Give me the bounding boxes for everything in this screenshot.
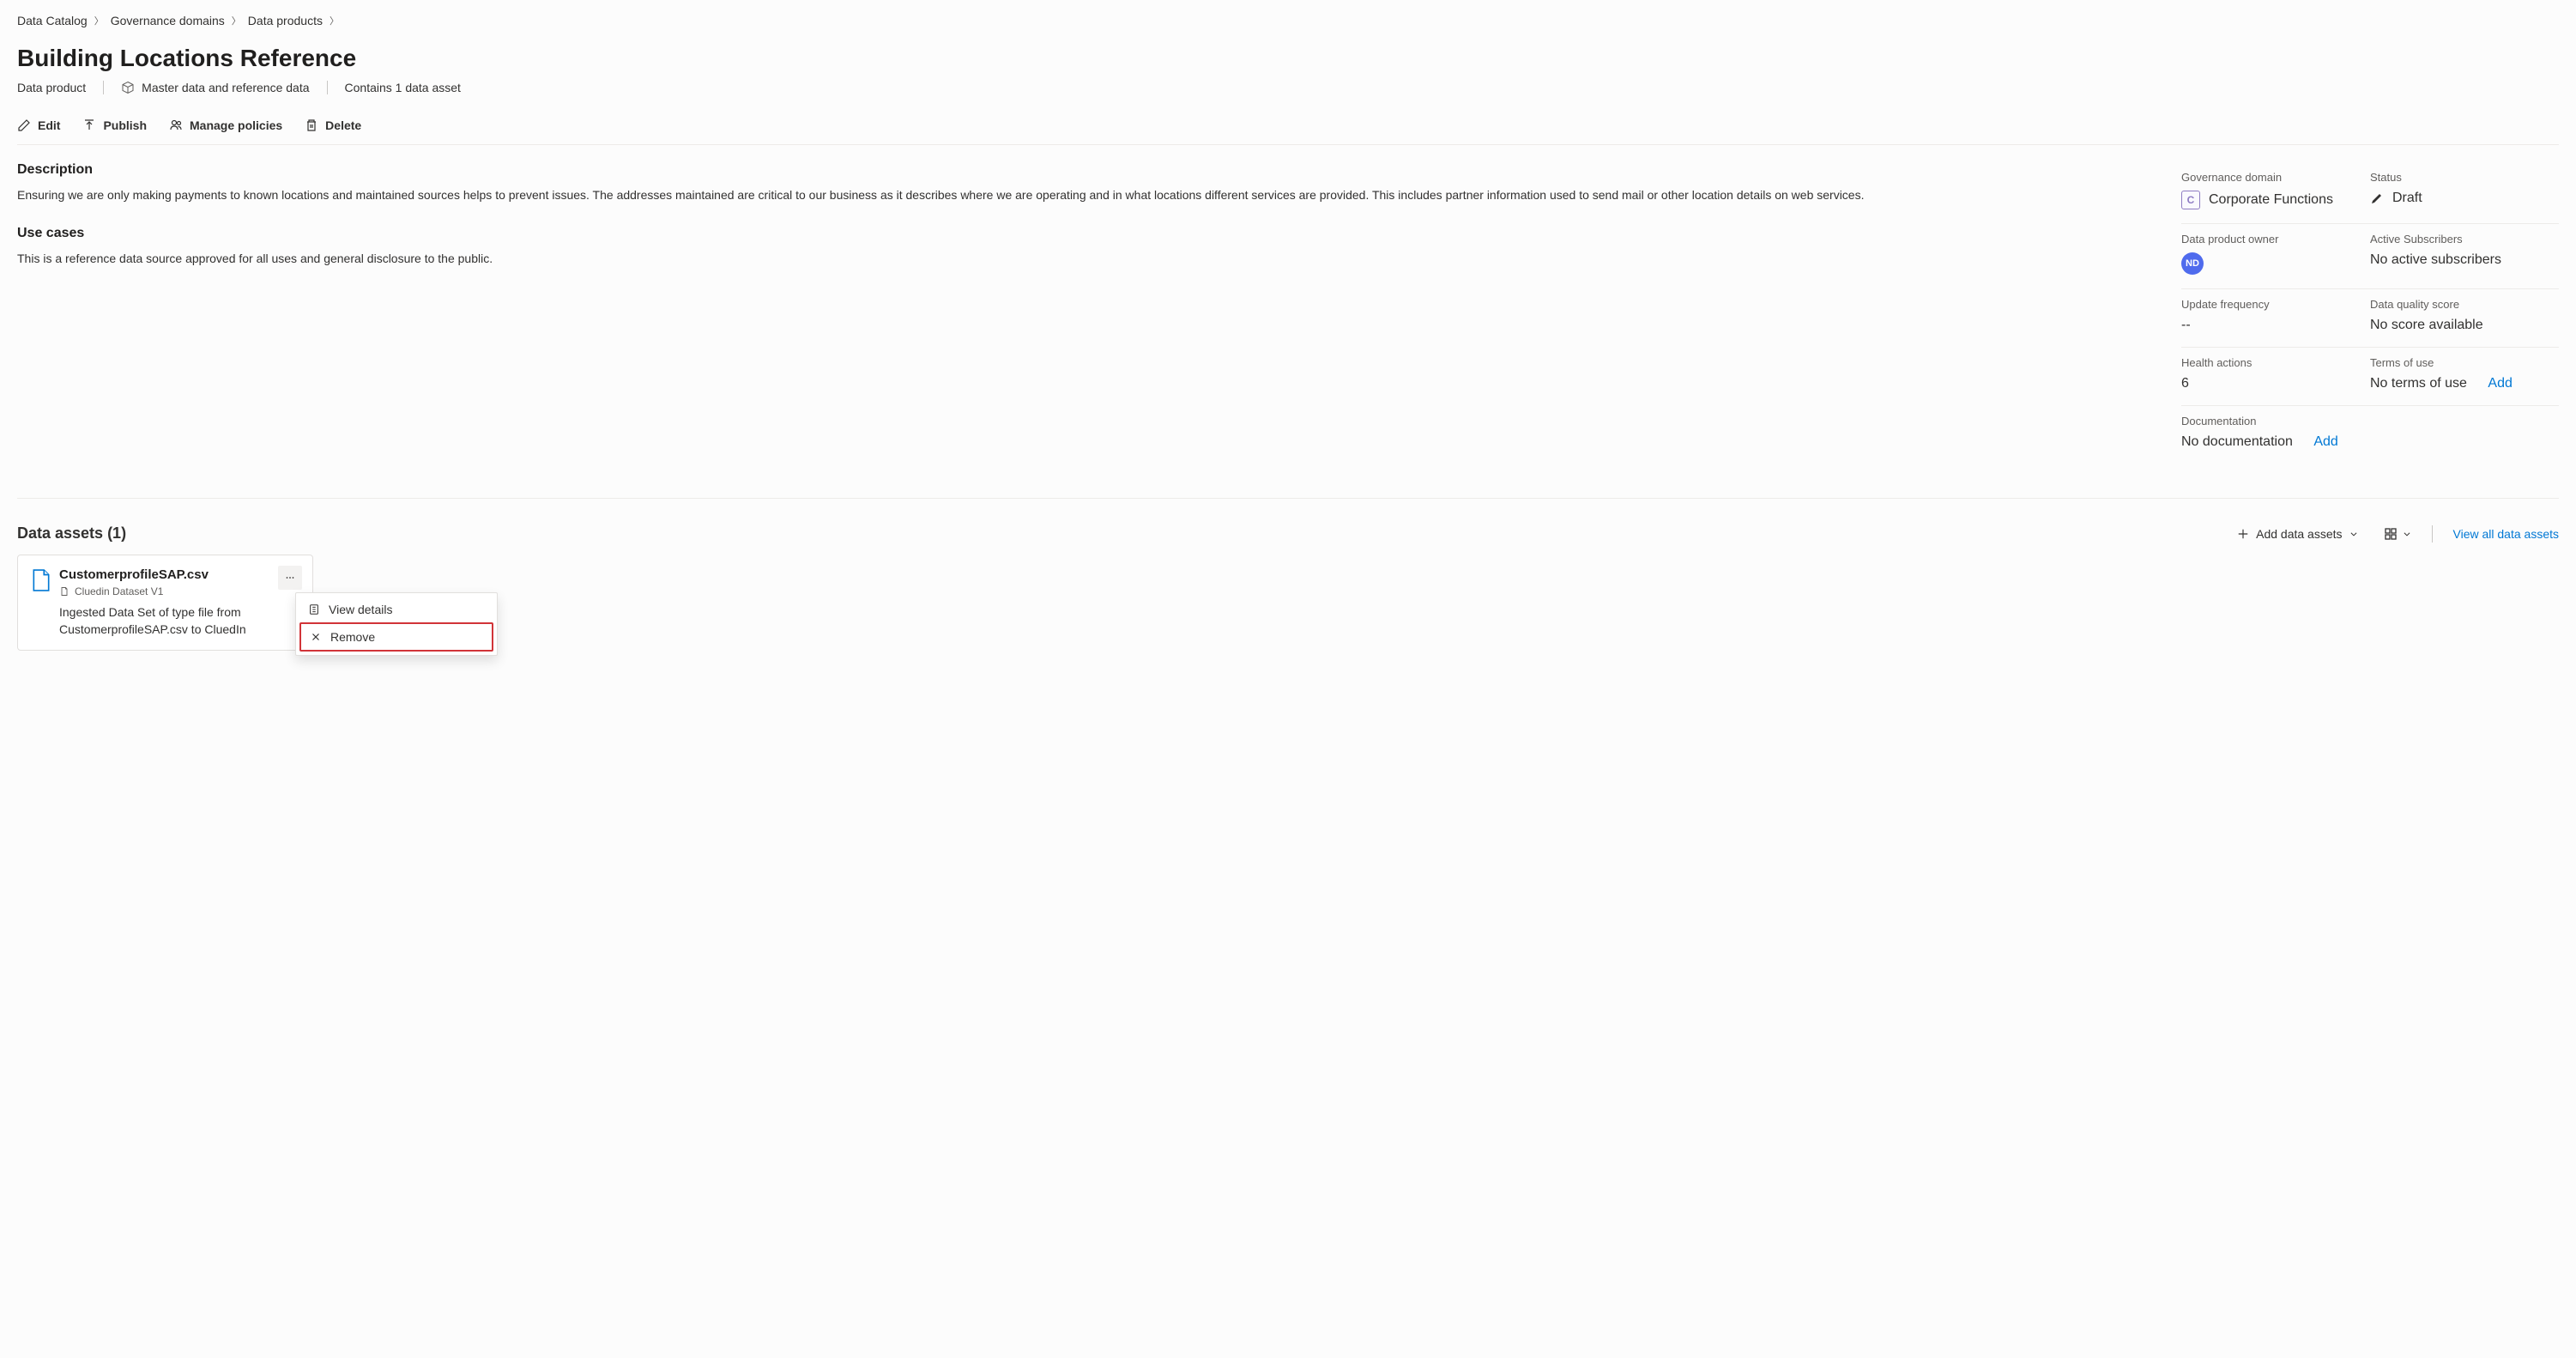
details-icon	[308, 603, 320, 615]
trash-icon	[305, 118, 318, 132]
description-text: Ensuring we are only making payments to …	[17, 186, 2138, 203]
add-terms-link[interactable]: Add	[2488, 376, 2512, 391]
meta-terms: Terms of use No terms of use Add	[2370, 348, 2559, 406]
chevron-right-icon: 〉	[232, 14, 241, 27]
more-actions-button[interactable]	[278, 566, 302, 590]
subtitle-asset-count: Contains 1 data asset	[345, 81, 461, 94]
meta-dq-score: Data quality score No score available	[2370, 289, 2559, 348]
asset-card[interactable]: CustomerprofileSAP.csv Cluedin Dataset V…	[17, 555, 313, 651]
meta-owner: Data product owner ND	[2181, 224, 2370, 289]
avatar[interactable]: ND	[2181, 252, 2204, 275]
breadcrumb: Data Catalog 〉 Governance domains 〉 Data…	[17, 14, 2559, 27]
add-data-assets-button[interactable]: Add data assets	[2232, 526, 2362, 542]
manage-policies-button[interactable]: Manage policies	[169, 118, 282, 132]
meta-subscribers: Active Subscribers No active subscribers	[2370, 224, 2559, 289]
context-menu: View details Remove	[295, 592, 498, 656]
chevron-right-icon: 〉	[330, 14, 339, 27]
governance-domain-badge: C	[2181, 191, 2200, 209]
view-all-assets-link[interactable]: View all data assets	[2453, 527, 2559, 541]
description-heading: Description	[17, 162, 2138, 178]
delete-button[interactable]: Delete	[305, 118, 361, 132]
menu-view-details[interactable]: View details	[299, 597, 493, 622]
subtitle-classification: Master data and reference data	[121, 81, 309, 94]
upload-icon	[82, 118, 96, 132]
file-icon	[32, 569, 51, 591]
meta-status: Status Draft	[2370, 162, 2559, 224]
data-assets-heading: Data assets (1)	[17, 524, 126, 543]
breadcrumb-item-catalog[interactable]: Data Catalog	[17, 14, 88, 27]
chevron-right-icon: 〉	[94, 14, 104, 27]
publish-button[interactable]: Publish	[82, 118, 147, 132]
draft-icon	[2370, 191, 2384, 205]
meta-health-actions: Health actions 6	[2181, 348, 2370, 406]
use-cases-heading: Use cases	[17, 226, 2138, 241]
asset-dataset: Cluedin Dataset V1	[59, 585, 299, 597]
subtitle-type: Data product	[17, 81, 86, 94]
cube-icon	[121, 81, 135, 94]
close-icon	[310, 631, 322, 643]
meta-governance-domain: Governance domain C Corporate Functions	[2181, 162, 2370, 224]
view-toggle[interactable]	[2384, 527, 2411, 541]
menu-remove[interactable]: Remove	[299, 622, 493, 652]
add-documentation-link[interactable]: Add	[2313, 434, 2337, 450]
grid-icon	[2384, 527, 2398, 541]
document-icon	[59, 586, 70, 597]
toolbar: Edit Publish Manage policies Delete	[17, 118, 2559, 145]
meta-update-frequency: Update frequency --	[2181, 289, 2370, 348]
people-icon	[169, 118, 183, 132]
use-cases-text: This is a reference data source approved…	[17, 250, 2138, 267]
more-icon	[284, 572, 296, 584]
meta-documentation: Documentation No documentation Add	[2181, 406, 2559, 464]
page-title: Building Locations Reference	[17, 45, 2559, 72]
chevron-down-icon	[2349, 530, 2358, 538]
breadcrumb-item-products[interactable]: Data products	[248, 14, 323, 27]
breadcrumb-item-domains[interactable]: Governance domains	[111, 14, 225, 27]
asset-description: Ingested Data Set of type file from Cust…	[59, 604, 299, 638]
pencil-icon	[17, 118, 31, 132]
asset-name: CustomerprofileSAP.csv	[59, 567, 299, 582]
edit-button[interactable]: Edit	[17, 118, 60, 132]
chevron-down-icon	[2403, 530, 2411, 538]
plus-icon	[2237, 528, 2249, 540]
subtitle-row: Data product Master data and reference d…	[17, 81, 2559, 94]
